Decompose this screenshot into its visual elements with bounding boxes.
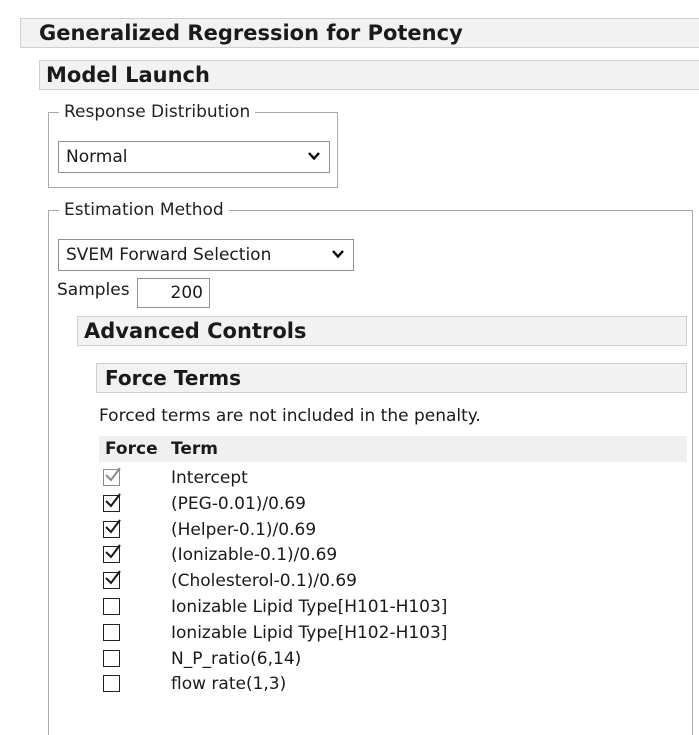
estimation-method-select[interactable]: SVEM Forward Selection (58, 239, 354, 271)
model-launch-title: Model Launch (46, 63, 210, 87)
term-label: N_P_ratio(6,14) (171, 648, 302, 669)
force-column-header: Force (105, 439, 158, 459)
check-icon (105, 544, 121, 559)
check-icon (105, 518, 121, 534)
samples-input[interactable]: 200 (137, 278, 210, 308)
force-checkbox[interactable] (103, 544, 121, 564)
term-row: N_P_ratio(6,14) (99, 647, 687, 673)
force-checkbox (103, 467, 121, 486)
chevron-down-icon (332, 250, 344, 259)
force-checkbox[interactable] (103, 623, 120, 641)
response-distribution-select[interactable]: Normal (58, 141, 330, 173)
term-label: flow rate(1,3) (171, 674, 287, 695)
term-row: Ionizable Lipid Type[H101-H103] (99, 595, 687, 621)
force-checkbox[interactable] (103, 598, 120, 615)
force-checkbox[interactable] (103, 493, 121, 512)
force-terms-title: Force Terms (105, 366, 241, 390)
report-outline-header[interactable]: Generalized Regression for Potency (20, 18, 699, 48)
term-row: (Cholesterol-0.1)/0.69 (99, 569, 687, 595)
response-distribution-legend: Response Distribution (64, 102, 251, 122)
term-row: Ionizable Lipid Type[H102-H103] (99, 621, 687, 647)
term-label: Intercept (171, 468, 248, 488)
term-row: (Helper-0.1)/0.69 (99, 518, 687, 544)
advanced-controls-header[interactable]: Advanced Controls (77, 316, 687, 346)
force-checkbox[interactable] (103, 675, 120, 693)
chevron-down-icon (308, 152, 320, 161)
check-icon (105, 493, 121, 508)
force-checkbox[interactable] (103, 649, 120, 667)
term-row: (PEG-0.01)/0.69 (99, 492, 687, 518)
force-checkbox[interactable] (103, 570, 121, 590)
samples-label: Samples (57, 280, 130, 300)
term-label: (Helper-0.1)/0.69 (171, 519, 317, 540)
advanced-controls-title: Advanced Controls (84, 319, 307, 343)
force-terms-header[interactable]: Force Terms (96, 363, 687, 393)
term-label: (Ionizable-0.1)/0.69 (171, 545, 338, 566)
force-checkbox[interactable] (103, 518, 121, 538)
report-title: Generalized Regression for Potency (39, 21, 463, 45)
term-column-header: Term (171, 439, 218, 459)
term-label: (Cholesterol-0.1)/0.69 (171, 571, 357, 592)
term-label: Ionizable Lipid Type[H102-H103] (171, 622, 448, 643)
term-label: Ionizable Lipid Type[H101-H103] (171, 597, 448, 617)
term-label: (PEG-0.01)/0.69 (171, 493, 306, 514)
check-icon (105, 570, 121, 585)
check-icon (105, 467, 121, 482)
term-row: (Ionizable-0.1)/0.69 (99, 543, 687, 569)
estimation-method-value: SVEM Forward Selection (66, 245, 272, 265)
penalty-note: Forced terms are not included in the pen… (99, 406, 481, 426)
term-row: flow rate(1,3) (99, 672, 687, 698)
model-launch-header[interactable]: Model Launch (39, 60, 699, 90)
response-distribution-value: Normal (66, 147, 128, 167)
terms-table-header: Force Term (99, 436, 687, 462)
estimation-method-legend: Estimation Method (64, 200, 224, 220)
term-row: Intercept (99, 466, 687, 492)
